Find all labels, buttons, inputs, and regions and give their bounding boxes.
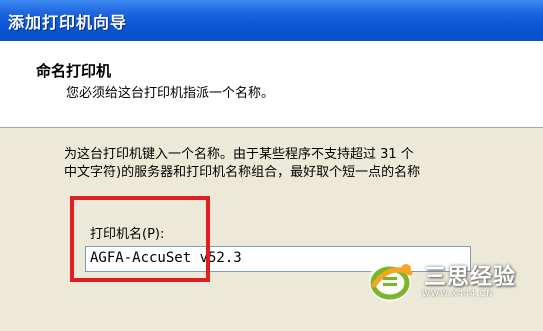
instruction-text: 为这台打印机键入一个名称。由于某些程序不支持超过 31 个 中文字符)的服务器和… bbox=[64, 146, 543, 182]
window-title: 添加打印机向导 bbox=[8, 13, 128, 32]
wizard-header: 命名打印机 您必须给这台打印机指派一个名称。 bbox=[0, 41, 543, 128]
watermark-brand: 三思经验 bbox=[424, 265, 517, 290]
watermark-url: WWW.X444.CN bbox=[422, 289, 494, 298]
instruction-line-2: 中文字符)的服务器和打印机名称组合，最好取个短一点的名称 bbox=[64, 165, 421, 180]
title-bar[interactable]: 添加打印机向导 bbox=[0, 0, 543, 41]
header-title: 命名打印机 bbox=[36, 62, 112, 80]
watermark-logo-icon bbox=[369, 260, 413, 302]
header-subtitle: 您必须给这台打印机指派一个名称。 bbox=[66, 86, 275, 101]
watermark: 三思经验 WWW.X444.CN bbox=[366, 255, 536, 307]
instruction-line-1: 为这台打印机键入一个名称。由于某些程序不支持超过 31 个 bbox=[64, 147, 414, 162]
highlight-annotation bbox=[70, 196, 210, 282]
